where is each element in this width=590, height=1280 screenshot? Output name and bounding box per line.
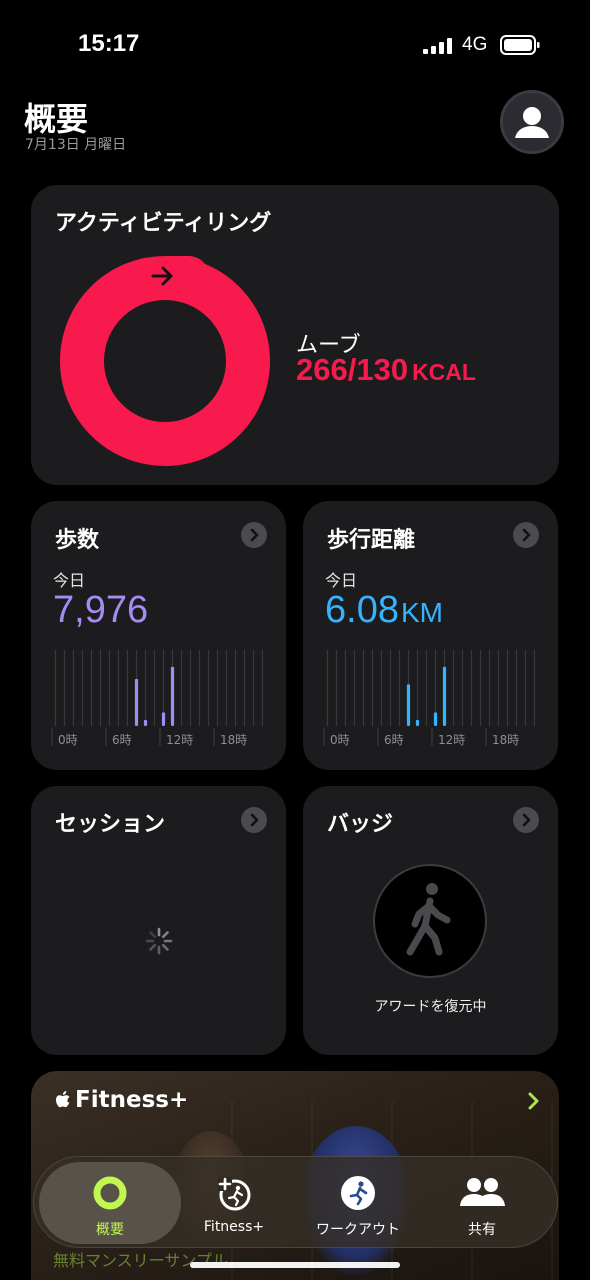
fitness-plus-icon [218, 1177, 251, 1211]
distance-value-number: 6.08 [325, 589, 399, 631]
apple-logo-icon [56, 1091, 70, 1108]
chevron-right-icon [250, 813, 259, 827]
card-title: バッジ [327, 812, 394, 837]
steps-hourly-chart: 0時 6時 12時 18時 [51, 650, 264, 747]
steps-detail-button[interactable] [241, 522, 267, 548]
chart-tick-label: 18時 [492, 733, 519, 747]
network-type: 4G [462, 34, 488, 55]
chart-bar [415, 719, 420, 726]
move-unit: KCAL [412, 359, 476, 385]
tab-fitness-plus[interactable]: Fitness+ [163, 1162, 305, 1244]
status-time: 15:17 [78, 30, 140, 57]
distance-card[interactable]: 歩行距離 今日 6.08KM 0時 6時 12時 18時 [303, 501, 558, 770]
workout-runner-icon [341, 1176, 375, 1210]
chart-bar [134, 678, 139, 726]
tab-summary[interactable]: 概要 [39, 1162, 181, 1244]
chevron-right-icon[interactable] [525, 1090, 543, 1112]
badge-caption: アワードを復元中 [374, 999, 487, 1015]
chart-bar [143, 719, 148, 726]
move-value-number: 266/130 [296, 352, 409, 387]
move-value: 266/130 KCAL [296, 352, 476, 388]
person-icon [515, 107, 549, 138]
tab-label: 共有 [468, 1222, 496, 1238]
home-indicator[interactable] [190, 1262, 400, 1268]
today-label: 今日 [53, 571, 86, 590]
move-ring [60, 256, 270, 466]
status-bar: 15:17 4G [0, 0, 590, 88]
chart-bar [170, 666, 175, 726]
steps-card[interactable]: 歩数 今日 7,976 0時 6時 12時 18時 [31, 501, 286, 770]
chart-bar [442, 666, 447, 726]
distance-unit: KM [400, 597, 443, 628]
distance-detail-button[interactable] [513, 522, 539, 548]
chart-bar [406, 684, 411, 726]
distance-hourly-chart: 0時 6時 12時 18時 [323, 650, 536, 747]
chart-bar [433, 712, 438, 726]
badges-detail-button[interactable] [513, 807, 539, 833]
chart-tick-label: 6時 [384, 733, 404, 747]
page-date: 7月13日 月曜日 [25, 137, 127, 153]
steps-value: 7,976 [53, 589, 149, 631]
tab-workout[interactable]: ワークアウト [287, 1162, 429, 1244]
activity-rings-card[interactable]: アクティビティリング ムーブ 266/130 KCAL [31, 185, 559, 485]
fitness-plus-label: Fitness+ [75, 1087, 189, 1113]
badges-card[interactable]: バッジ アワードを復元中 [303, 786, 558, 1055]
distance-value: 6.08KM [325, 589, 443, 632]
profile-avatar-button[interactable] [500, 90, 564, 154]
chart-tick-label: 0時 [58, 733, 78, 747]
tab-label: Fitness+ [203, 1219, 265, 1235]
chevron-right-icon [522, 813, 531, 827]
chevron-right-icon [522, 528, 531, 542]
card-title: セッション [55, 812, 166, 837]
walking-figure-icon [406, 883, 451, 956]
award-badge [373, 864, 487, 978]
tab-sharing[interactable]: 共有 [411, 1162, 553, 1244]
session-detail-button[interactable] [241, 807, 267, 833]
fitness-plus-brand: Fitness+ [53, 1087, 188, 1113]
tab-bar: 概要 Fitness+ ワークアウト 共有 [33, 1156, 558, 1248]
activity-ring-icon [93, 1176, 127, 1210]
chart-tick-label: 18時 [220, 733, 247, 747]
loading-spinner-icon [145, 927, 173, 955]
chart-tick-label: 6時 [112, 733, 132, 747]
session-card[interactable]: セッション [31, 786, 286, 1055]
tab-label: ワークアウト [316, 1222, 400, 1238]
sharing-people-icon [460, 1178, 505, 1206]
card-title: 歩数 [55, 528, 100, 553]
chart-tick-label: 12時 [166, 733, 193, 747]
chart-bar [161, 712, 166, 726]
chart-tick-label: 0時 [330, 733, 350, 747]
card-title: 歩行距離 [327, 528, 416, 553]
tab-label: 概要 [96, 1222, 124, 1238]
cellular-signal-icon [423, 38, 452, 54]
battery-icon [500, 35, 540, 55]
chart-tick-label: 12時 [438, 733, 465, 747]
today-label: 今日 [325, 571, 358, 590]
chevron-right-icon [250, 528, 259, 542]
card-title: アクティビティリング [55, 211, 272, 236]
